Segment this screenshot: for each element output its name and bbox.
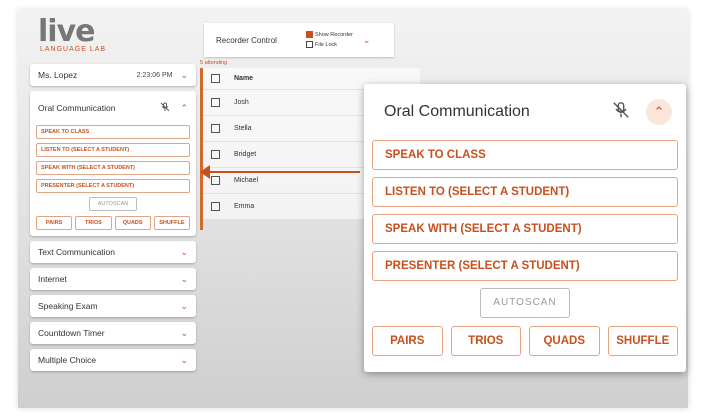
checkbox-checked-icon[interactable] <box>306 31 313 39</box>
menu-item-multiple-choice[interactable]: Multiple Choice ⌄ <box>30 349 196 371</box>
menu-item-internet[interactable]: Internet ⌄ <box>30 268 196 290</box>
pairs-button[interactable]: PAIRS <box>36 216 73 230</box>
menu-item-label: Internet <box>38 274 67 284</box>
menu-item-speaking-exam[interactable]: Speaking Exam ⌄ <box>30 295 196 317</box>
quads-button[interactable]: QUADS <box>529 326 600 356</box>
chevron-down-icon: ⌄ <box>180 354 188 365</box>
menu-item-label: Text Communication <box>38 247 116 257</box>
trios-button[interactable]: TRIOS <box>75 216 112 230</box>
autoscan-button[interactable]: AUTOSCAN <box>480 288 570 318</box>
student-checkbox[interactable] <box>211 150 220 159</box>
student-name: Josh <box>234 99 249 106</box>
mic-muted-icon[interactable] <box>160 102 170 114</box>
clock-time: 2:23:06 PM <box>136 71 173 79</box>
logo-subtext: LANGUAGE LAB <box>40 46 107 53</box>
student-checkbox[interactable] <box>211 124 220 133</box>
student-name: Bridget <box>234 151 257 158</box>
student-checkbox[interactable] <box>211 98 220 107</box>
listen-to-button[interactable]: LISTEN TO (SELECT A STUDENT) <box>36 143 190 157</box>
arrow-left-icon <box>200 165 210 179</box>
chevron-down-icon[interactable]: ⌄ <box>180 70 188 81</box>
mic-muted-icon[interactable] <box>612 101 630 124</box>
chevron-down-icon: ⌄ <box>180 246 188 257</box>
menu-item-label: Countdown Timer <box>38 328 105 338</box>
zoom-panel-title: Oral Communication <box>384 103 530 120</box>
menu-item-text-communication[interactable]: Text Communication ⌄ <box>30 241 196 263</box>
select-all-checkbox[interactable] <box>211 74 220 83</box>
name-column-header: Name <box>234 75 254 82</box>
student-checkbox[interactable] <box>211 202 220 211</box>
show-recorder-label: Show Recorder <box>315 32 353 38</box>
speak-to-class-button[interactable]: SPEAK TO CLASS <box>372 140 678 170</box>
recorder-title: Recorder Control <box>216 35 277 45</box>
speak-with-button[interactable]: SPEAK WITH (SELECT A STUDENT) <box>36 161 190 175</box>
shuffle-button[interactable]: SHUFFLE <box>607 326 678 356</box>
chevron-up-icon[interactable]: ⌃ <box>646 99 672 125</box>
file-lock-label: File Lock <box>315 42 338 48</box>
quads-button[interactable]: QUADS <box>114 216 151 230</box>
speak-to-class-button[interactable]: SPEAK TO CLASS <box>36 125 190 139</box>
autoscan-button[interactable]: AUTOSCAN <box>89 197 137 211</box>
trios-button[interactable]: TRIOS <box>450 326 521 356</box>
zoom-panel-header: Oral Communication ⌃ <box>364 84 686 140</box>
pairs-button[interactable]: PAIRS <box>372 326 443 356</box>
logo-text: live <box>38 14 95 49</box>
chevron-up-icon[interactable]: ⌃ <box>180 103 188 114</box>
student-name: Emma <box>234 203 255 210</box>
chevron-down-icon: ⌄ <box>180 327 188 338</box>
oral-communication-title: Oral Communication <box>38 103 116 113</box>
teacher-name: Ms. Lopez <box>38 70 78 80</box>
menu-item-label: Multiple Choice <box>38 355 97 365</box>
student-name: Michael <box>234 177 259 184</box>
group-buttons: PAIRS TRIOS QUADS SHUFFLE <box>36 216 190 230</box>
recorder-options: Show Recorder File Lock <box>306 30 353 50</box>
listen-to-button[interactable]: LISTEN TO (SELECT A STUDENT) <box>372 177 678 207</box>
presenter-button[interactable]: PRESENTER (SELECT A STUDENT) <box>36 179 190 193</box>
show-recorder-option[interactable]: Show Recorder <box>306 30 353 40</box>
oral-communication-card: Oral Communication ⌃ SPEAK TO CLASS LIST… <box>30 91 196 236</box>
app-logo: live LANGUAGE LAB <box>38 14 107 54</box>
chevron-down-icon: ⌄ <box>180 273 188 284</box>
attending-count: 5 attending <box>200 60 228 66</box>
checkbox-icon[interactable] <box>306 41 313 49</box>
left-panel: Ms. Lopez 2:23:06 PM ⌄ Oral Communicatio… <box>30 64 196 376</box>
shuffle-button[interactable]: SHUFFLE <box>153 216 190 230</box>
group-buttons: PAIRS TRIOS QUADS SHUFFLE <box>372 326 678 356</box>
oral-communication-zoom-panel: Oral Communication ⌃ SPEAK TO CLASS LIST… <box>364 84 686 372</box>
speak-with-button[interactable]: SPEAK WITH (SELECT A STUDENT) <box>372 214 678 244</box>
teacher-card[interactable]: Ms. Lopez 2:23:06 PM ⌄ <box>30 64 196 86</box>
presenter-button[interactable]: PRESENTER (SELECT A STUDENT) <box>372 251 678 281</box>
callout-arrow-line <box>206 171 360 173</box>
recorder-control: Recorder Control Show Recorder File Lock… <box>204 23 394 57</box>
student-checkbox[interactable] <box>211 176 220 185</box>
file-lock-option[interactable]: File Lock <box>306 40 353 50</box>
menu-item-countdown-timer[interactable]: Countdown Timer ⌄ <box>30 322 196 344</box>
chevron-down-icon[interactable]: ⌄ <box>363 35 371 46</box>
menu-item-label: Speaking Exam <box>38 301 98 311</box>
chevron-down-icon: ⌄ <box>180 300 188 311</box>
student-name: Stella <box>234 125 252 132</box>
